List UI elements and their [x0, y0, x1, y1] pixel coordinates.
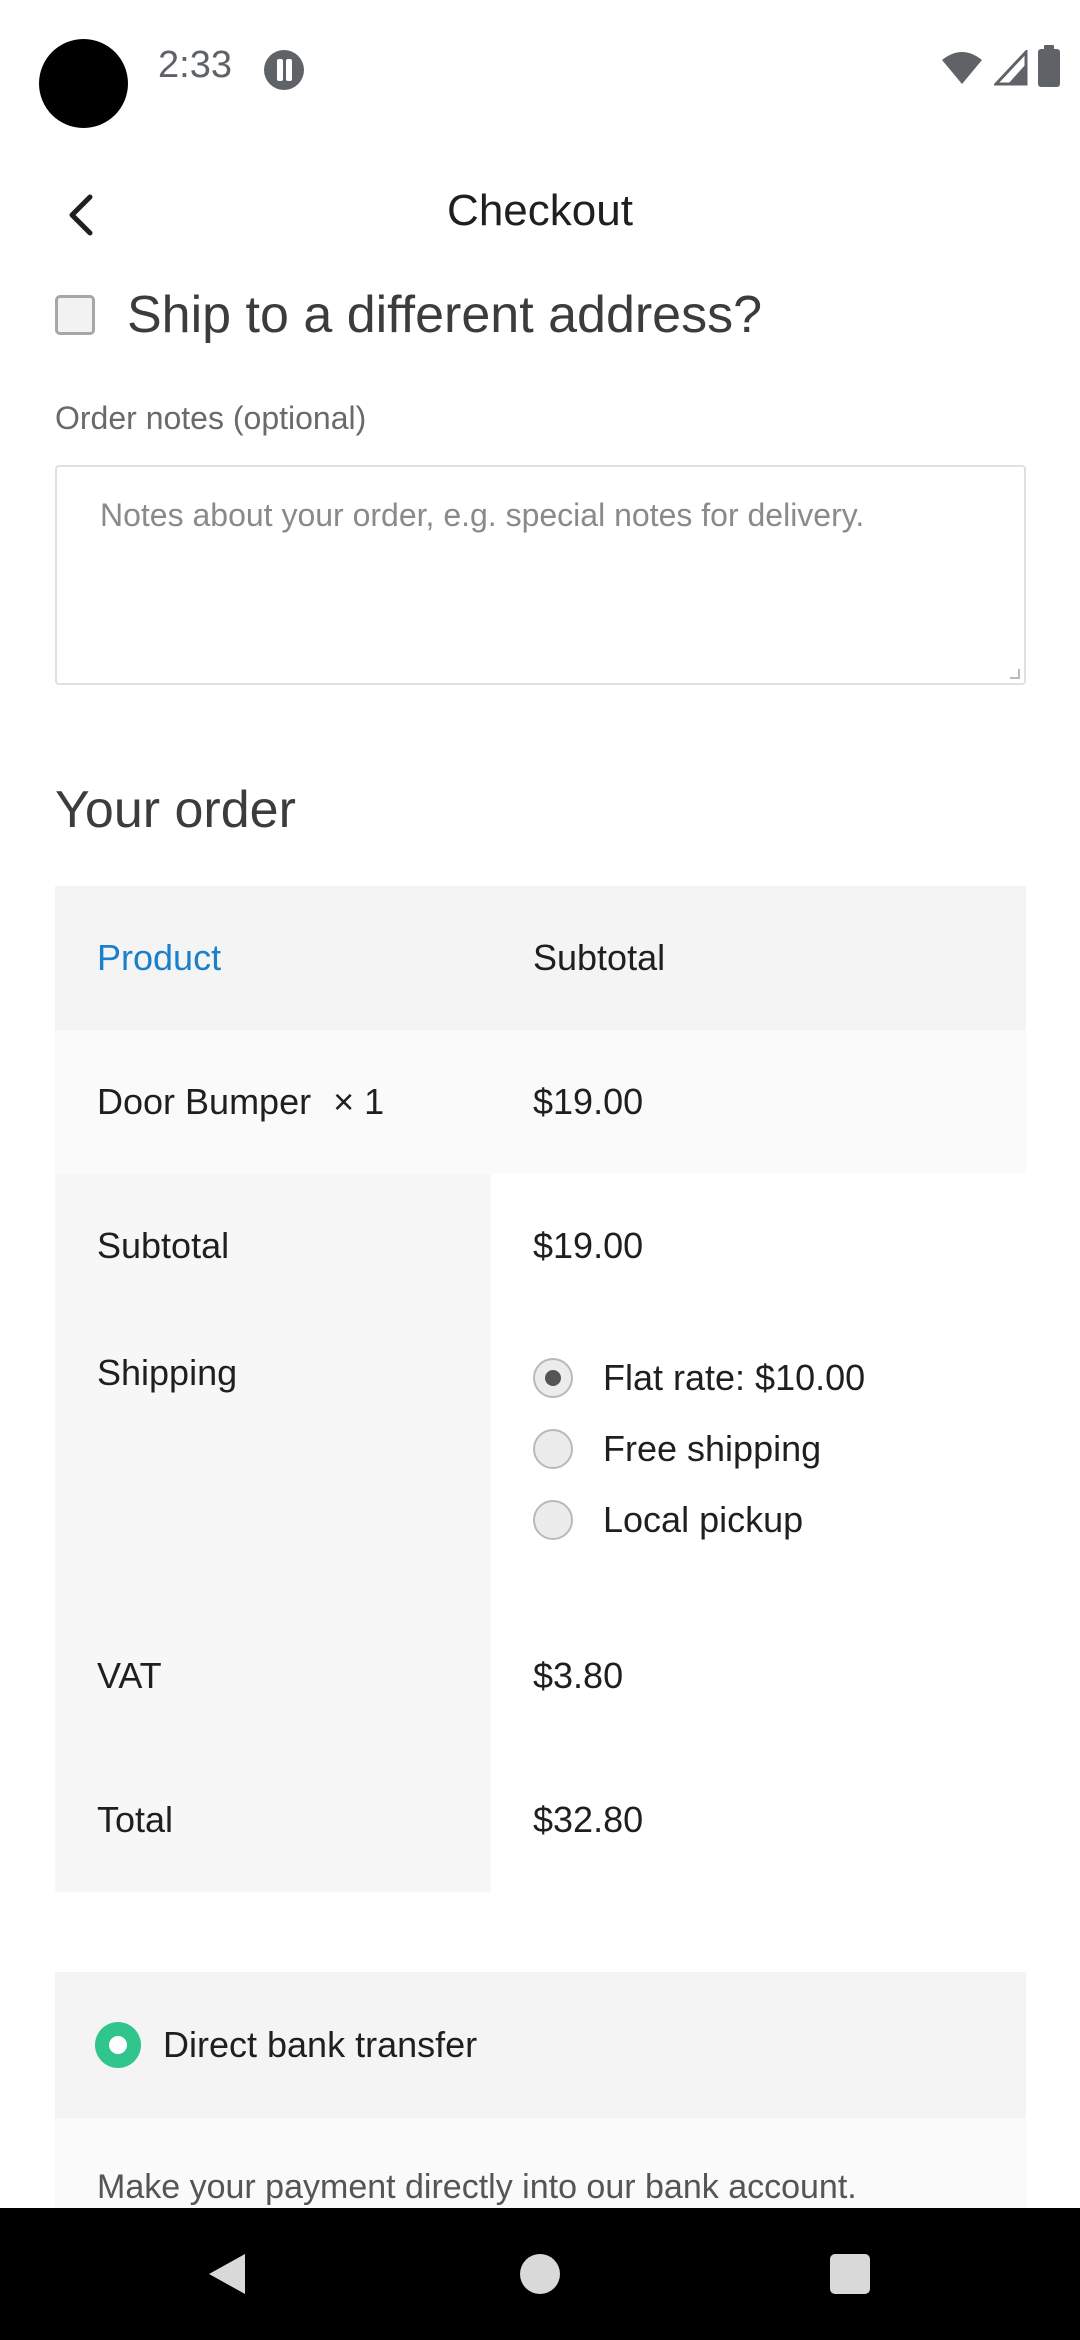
- status-icons: [940, 45, 1060, 88]
- total-label: Total: [55, 1748, 491, 1892]
- subtotal-column-header: Subtotal: [533, 937, 666, 978]
- nav-home-icon[interactable]: [520, 2254, 560, 2294]
- item-price: $19.00: [533, 1081, 644, 1122]
- shipping-option-flat-rate[interactable]: Flat rate: $10.00: [533, 1342, 865, 1413]
- nav-recents-icon[interactable]: [830, 2254, 870, 2294]
- item-name: Door Bumper: [97, 1081, 312, 1122]
- ship-different-address-row[interactable]: Ship to a different address?: [55, 285, 762, 345]
- total-row: Total $32.80: [55, 1748, 1026, 1892]
- wifi-icon: [942, 52, 982, 84]
- order-notes-placeholder: Notes about your order, e.g. special not…: [100, 497, 865, 533]
- order-table: Product Subtotal Door Bumper × 1 $19.00 …: [55, 886, 1026, 1892]
- shipping-option-label[interactable]: Free shipping: [603, 1428, 821, 1470]
- app-notification-icon: [264, 50, 304, 90]
- ship-different-address-label[interactable]: Ship to a different address?: [127, 285, 762, 345]
- order-notes-field[interactable]: Notes about your order, e.g. special not…: [55, 465, 1026, 685]
- signal-icon: [994, 50, 1028, 86]
- status-bar: 2:33: [0, 0, 1080, 140]
- status-time: 2:33: [158, 44, 232, 86]
- table-row: Door Bumper × 1 $19.00: [55, 1030, 1026, 1174]
- shipping-option-label[interactable]: Flat rate: $10.00: [603, 1357, 865, 1399]
- subtotal-label: Subtotal: [55, 1174, 491, 1318]
- camera-cutout: [39, 39, 128, 128]
- product-column-header[interactable]: Product: [55, 886, 491, 1030]
- ship-different-address-checkbox[interactable]: [55, 295, 95, 335]
- shipping-option-label[interactable]: Local pickup: [603, 1499, 803, 1541]
- subtotal-value: $19.00: [533, 1225, 644, 1266]
- payment-radio-selected-icon[interactable]: [95, 2022, 141, 2068]
- app-bar: Checkout: [0, 160, 1080, 270]
- subtotal-row: Subtotal $19.00: [55, 1174, 1026, 1318]
- payment-method-label[interactable]: Direct bank transfer: [163, 2024, 477, 2066]
- nav-back-icon[interactable]: [205, 2250, 249, 2298]
- radio-unselected-icon[interactable]: [533, 1499, 573, 1540]
- resize-grip-icon[interactable]: [1010, 669, 1020, 679]
- table-header-row: Product Subtotal: [55, 886, 1026, 1030]
- shipping-option-free[interactable]: Free shipping: [533, 1413, 821, 1484]
- system-navigation-bar: [0, 2208, 1080, 2340]
- shipping-option-local-pickup[interactable]: Local pickup: [533, 1484, 803, 1555]
- payment-method-direct-bank-transfer[interactable]: Direct bank transfer: [55, 1972, 1026, 2118]
- radio-selected-icon[interactable]: [533, 1357, 573, 1398]
- your-order-heading: Your order: [55, 781, 296, 839]
- radio-unselected-icon[interactable]: [533, 1428, 573, 1469]
- vat-value: $3.80: [533, 1655, 624, 1696]
- total-value: $32.80: [533, 1799, 644, 1840]
- page-title: Checkout: [447, 186, 633, 235]
- order-notes-label: Order notes (optional): [55, 400, 367, 436]
- battery-icon: [1038, 45, 1060, 87]
- item-quantity: × 1: [333, 1081, 385, 1122]
- payment-description: Make your payment directly into our bank…: [55, 2118, 1026, 2208]
- shipping-options: Flat rate: $10.00 Free shipping Local pi…: [491, 1318, 1026, 1604]
- vat-label: VAT: [55, 1604, 491, 1748]
- shipping-row: Shipping Flat rate: $10.00 Free shipping…: [55, 1318, 1026, 1604]
- item-name-cell: Door Bumper × 1: [55, 1030, 491, 1174]
- vat-row: VAT $3.80: [55, 1604, 1026, 1748]
- shipping-label: Shipping: [55, 1318, 491, 1604]
